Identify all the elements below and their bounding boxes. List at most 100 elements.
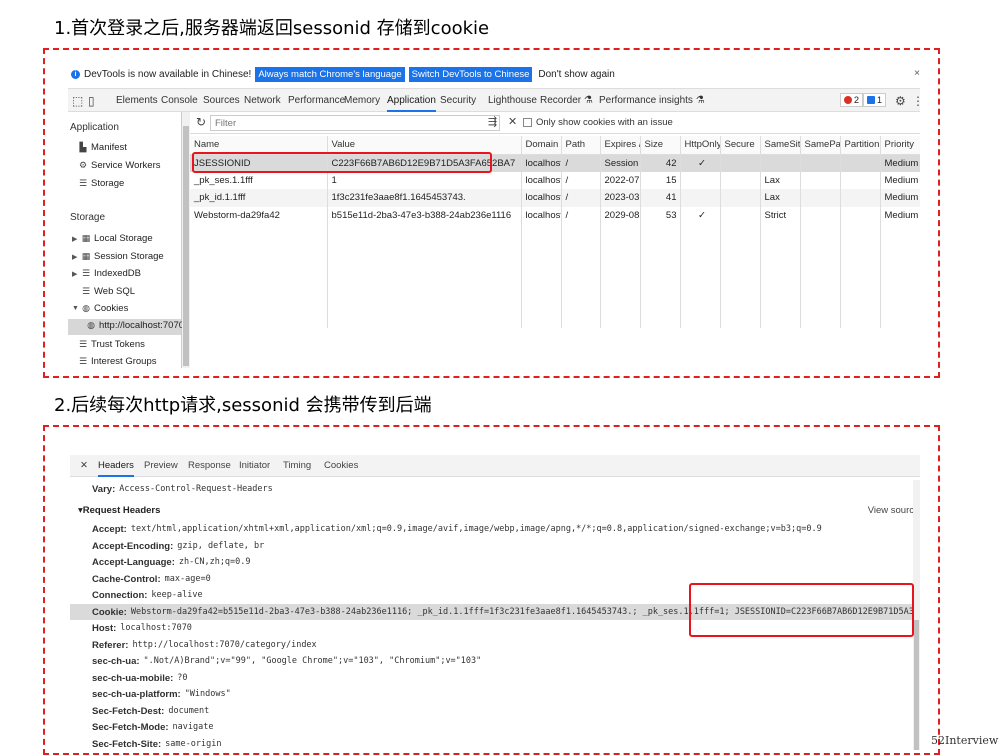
- table-cell: ✓: [680, 206, 721, 224]
- gear-icon: ⚙: [78, 160, 88, 170]
- table-cell: [840, 189, 881, 207]
- cookie-jsessionid-highlight-box: [689, 583, 914, 637]
- switch-to-chinese-button[interactable]: Switch DevTools to Chinese: [408, 66, 533, 82]
- table-cell: 1f3c231fe3aae8f1.1645453743.: [327, 189, 522, 207]
- watermark: 52Interview: [931, 734, 999, 747]
- headers-scrollbar-thumb[interactable]: [914, 620, 919, 750]
- column-header[interactable]: Expires /...: [600, 136, 641, 155]
- always-match-language-button[interactable]: Always match Chrome's language: [255, 66, 405, 82]
- tab-application[interactable]: Application: [387, 95, 436, 112]
- column-header[interactable]: HttpOnly: [680, 136, 721, 155]
- table-cell: /: [561, 171, 601, 189]
- expand-arrow-icon[interactable]: ▶: [72, 270, 78, 278]
- close-icon[interactable]: ×: [914, 68, 920, 79]
- tab-network[interactable]: Network: [244, 95, 281, 106]
- sidebar-item-indexeddb[interactable]: ▶ ☰ IndexedDB: [72, 268, 141, 279]
- sidebar-item-service-workers[interactable]: ⚙ Service Workers: [78, 160, 161, 171]
- sidebar-item-cookie-origin[interactable]: ◍ http://localhost:7070: [86, 320, 184, 331]
- info-icon: i: [71, 69, 80, 79]
- tab-recorder[interactable]: Recorder ⚗: [540, 95, 593, 106]
- sidebar-item-manifest[interactable]: ▙ Manifest: [78, 142, 127, 153]
- header-accept-encoding: Accept-Encoding: gzip, deflate, br: [92, 540, 265, 552]
- table-row[interactable]: _pk_id.1.1fff 1f3c231fe3aae8f1.164545374…: [190, 189, 920, 207]
- table-cell: [680, 171, 721, 189]
- sidebar-item-local-storage[interactable]: ▶ ▦ Local Storage: [72, 233, 153, 244]
- table-row[interactable]: _pk_ses.1.1fff 1 localhost / 2022-07... …: [190, 171, 920, 189]
- tab-timing[interactable]: Timing: [283, 460, 311, 471]
- tab-headers[interactable]: Headers: [98, 460, 134, 477]
- gear-icon[interactable]: ⚙: [895, 94, 906, 108]
- sidebar-item-cookies[interactable]: ▼ ◍ Cookies: [72, 303, 128, 314]
- request-headers-section-title[interactable]: ▾Request Headers: [78, 505, 160, 516]
- table-cell: _pk_id.1.1fff: [190, 189, 328, 207]
- sidebar-scrollbar-thumb[interactable]: [183, 126, 189, 366]
- table-cell: [760, 154, 801, 172]
- table-cell: localhost: [521, 171, 562, 189]
- table-cell: localhost: [521, 154, 562, 172]
- column-header[interactable]: SamePa...: [800, 136, 841, 155]
- table-cell: [720, 206, 761, 224]
- only-issue-label: Only show cookies with an issue: [536, 117, 673, 128]
- column-header[interactable]: Path: [561, 136, 601, 155]
- table-cell: _pk_ses.1.1fff: [190, 171, 328, 189]
- devtools-tabbar: ⬚ ▯ Elements Console Sources Network Per…: [68, 88, 920, 112]
- view-source-link[interactable]: View sourc: [868, 505, 914, 516]
- table-cell: 41: [640, 189, 681, 207]
- sidebar-item-web-sql[interactable]: ☰ Web SQL: [72, 286, 135, 297]
- device-toolbar-icon[interactable]: ▯: [88, 94, 95, 108]
- expand-arrow-icon[interactable]: ▶: [72, 235, 78, 243]
- sidebar-title-storage: Storage: [70, 212, 106, 223]
- tab-security[interactable]: Security: [440, 95, 476, 106]
- language-infobar: i DevTools is now available in Chinese! …: [68, 62, 920, 86]
- inspect-element-icon[interactable]: ⬚: [72, 94, 83, 108]
- sidebar-item-trust-tokens[interactable]: ☰ Trust Tokens: [78, 339, 145, 350]
- table-cell: Medium: [880, 154, 920, 172]
- tab-performance-insights[interactable]: Performance insights ⚗: [599, 95, 705, 106]
- tab-performance[interactable]: Performance: [288, 95, 345, 106]
- jsessionid-highlight-box: [192, 152, 492, 173]
- step1-heading: 1.首次登录之后,服务器端返回sessonid 存储到cookie: [54, 18, 490, 39]
- more-options-icon[interactable]: ⋮: [912, 94, 920, 108]
- tab-preview[interactable]: Preview: [144, 460, 178, 471]
- grid-icon: ▦: [81, 233, 91, 243]
- tab-memory[interactable]: Memory: [344, 95, 380, 106]
- cookie-filter-bar: ↻ ⇶ ✕ Only show cookies with an issue: [190, 112, 920, 134]
- tab-elements[interactable]: Elements: [116, 95, 158, 106]
- cookie-filter-input[interactable]: [210, 115, 500, 131]
- table-cell: ✓: [680, 154, 721, 172]
- sidebar-item-storage[interactable]: ☰ Storage: [78, 178, 124, 189]
- only-issue-checkbox[interactable]: [523, 118, 532, 127]
- tab-lighthouse[interactable]: Lighthouse: [488, 95, 537, 106]
- table-cell: [840, 154, 881, 172]
- message-badge[interactable]: 1: [863, 93, 887, 107]
- sidebar-item-session-storage[interactable]: ▶ ▦ Session Storage: [72, 251, 164, 262]
- column-header[interactable]: SameSite: [760, 136, 801, 155]
- column-header[interactable]: Partition...: [840, 136, 881, 155]
- tab-initiator[interactable]: Initiator: [239, 460, 270, 471]
- devtools-application-panel: i DevTools is now available in Chinese! …: [68, 62, 920, 368]
- expand-arrow-icon[interactable]: ▶: [72, 253, 78, 261]
- table-row[interactable]: Webstorm-da29fa42 b515e11d-2ba3-47e3-b38…: [190, 206, 920, 224]
- cookie-table-body: JSESSIONID C223F66B7AB6D12E9B71D5A3FA652…: [190, 154, 920, 328]
- infobar-message: DevTools is now available in Chinese!: [84, 68, 252, 80]
- collapse-arrow-icon[interactable]: ▼: [72, 305, 79, 312]
- close-icon[interactable]: ✕: [80, 460, 88, 471]
- column-header[interactable]: Secure: [720, 136, 761, 155]
- delete-icon[interactable]: ✕: [508, 115, 517, 128]
- tab-cookies[interactable]: Cookies: [324, 460, 358, 471]
- table-cell: Session: [600, 154, 641, 172]
- sidebar-item-interest-groups[interactable]: ☰ Interest Groups: [78, 356, 157, 367]
- tab-sources[interactable]: Sources: [203, 95, 240, 106]
- tab-console[interactable]: Console: [161, 95, 198, 106]
- clear-filtered-icon[interactable]: ⇶: [488, 115, 497, 128]
- refresh-icon[interactable]: ↻: [196, 115, 206, 129]
- header-sec-ch-ua-platform: sec-ch-ua-platform: "Windows": [92, 688, 231, 700]
- tab-response[interactable]: Response: [188, 460, 231, 471]
- column-header[interactable]: Domain: [521, 136, 562, 155]
- table-cell: Medium: [880, 171, 920, 189]
- column-header[interactable]: Priority: [880, 136, 920, 155]
- column-header[interactable]: Size: [640, 136, 681, 155]
- table-cell: [800, 206, 841, 224]
- error-badge[interactable]: 2: [840, 93, 864, 107]
- dont-show-again-link[interactable]: Don't show again: [538, 69, 614, 80]
